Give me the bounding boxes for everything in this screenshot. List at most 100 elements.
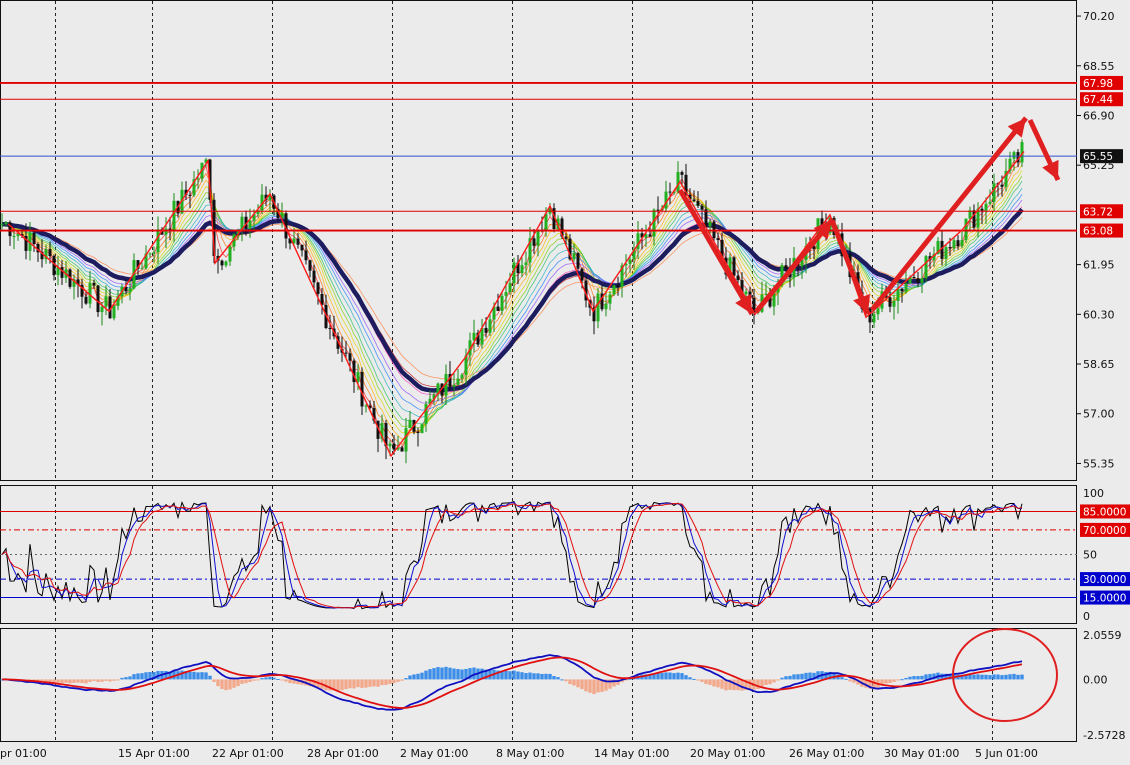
macd-bar (804, 672, 808, 680)
macd-bar (596, 679, 600, 693)
candle-body (344, 352, 348, 354)
macd-bar (796, 674, 800, 680)
macd-bar (760, 679, 764, 687)
macd-bar (256, 679, 260, 681)
macd-bar (428, 669, 432, 680)
macd-bar (456, 669, 460, 680)
candle-body (112, 305, 116, 319)
candle-body (896, 288, 900, 301)
macd-bar (700, 679, 704, 682)
macd-bar (84, 679, 88, 684)
candle-body (52, 255, 56, 276)
macd-bar (696, 679, 700, 681)
macd-bar (116, 679, 120, 681)
level-tag-label: 63.08 (1083, 226, 1113, 238)
macd-bar (260, 678, 264, 680)
candle-body (744, 291, 748, 295)
macd-bar (436, 667, 440, 680)
candle-body (596, 293, 600, 322)
macd-bar (344, 679, 348, 690)
candle-body (680, 172, 684, 175)
candle-body (172, 200, 176, 230)
macd-bar (240, 679, 244, 684)
macd-bar (372, 679, 376, 687)
macd-bar (776, 679, 780, 681)
macd-bar (920, 675, 924, 680)
y-axis-labels: 70.2068.5566.9065.2561.9560.3058.6557.00… (1077, 10, 1130, 742)
level-tag-label: 65.55 (1083, 151, 1113, 163)
macd-bar (80, 679, 84, 684)
macd-bar (368, 679, 372, 687)
x-tick-label: 14 May 01:00 (594, 747, 669, 760)
stoch-tag-label: 85.0000 (1083, 506, 1126, 518)
candle-body (992, 183, 996, 202)
macd-bar (768, 679, 772, 685)
candle-body (316, 282, 320, 294)
candle-body (424, 403, 428, 425)
macd-bar (704, 679, 708, 684)
macd-bar (716, 679, 720, 688)
macd-bar (448, 667, 452, 680)
chart-canvas[interactable]: 70.2068.5566.9065.2561.9560.3058.6557.00… (0, 0, 1130, 765)
candle-body (388, 443, 392, 447)
candle-body (96, 285, 100, 313)
macd-bar (588, 679, 592, 693)
candle-body (764, 293, 768, 295)
macd-bar (416, 673, 420, 680)
candle-body (16, 234, 20, 237)
candle-body (692, 199, 696, 201)
candle-body (700, 205, 704, 210)
candle-body (188, 194, 192, 196)
candle-body (300, 244, 304, 251)
candle-body (564, 236, 568, 239)
macd-bar (540, 673, 544, 680)
macd-bar (568, 679, 572, 685)
candle-body (84, 296, 88, 304)
macd-bar (800, 673, 804, 680)
macd-bar (764, 679, 768, 685)
macd-bar (212, 679, 216, 682)
macd-bar (1004, 674, 1008, 680)
macd-bar (132, 674, 136, 680)
candle-body (460, 374, 464, 379)
macd-bar (60, 679, 64, 684)
macd-bar (528, 672, 532, 680)
macd-bar (96, 679, 100, 682)
candle-body (296, 238, 300, 245)
macd-bar (912, 676, 916, 680)
macd-bar (972, 674, 976, 680)
macd-bar (984, 674, 988, 680)
macd-bar (908, 676, 912, 680)
macd-bar (412, 674, 416, 680)
candle-body (784, 265, 788, 269)
candle-body (924, 256, 928, 279)
macd-bar (196, 672, 200, 680)
stoch-tag: 15.0000 (1080, 590, 1130, 605)
price-tick-label: 61.95 (1083, 259, 1115, 272)
candle-body (508, 283, 512, 293)
x-tick-label: 20 May 01:00 (690, 747, 765, 760)
candle-body (876, 308, 880, 315)
macd-bar (280, 679, 284, 681)
macd-bar (216, 679, 220, 687)
macd-bar (784, 676, 788, 680)
macd-bar (904, 677, 908, 680)
macd-bar (544, 673, 548, 680)
candle-body (304, 250, 308, 261)
macd-bar (532, 673, 536, 680)
x-tick-label: 5 Jun 01:00 (975, 747, 1038, 760)
macd-bar (788, 675, 792, 680)
candle-body (0, 224, 4, 226)
macd-bar (424, 670, 428, 680)
macd-bar (192, 671, 196, 680)
macd-bar (664, 672, 668, 680)
macd-bar (112, 679, 116, 681)
macd-bar (504, 671, 508, 680)
candle-body (92, 282, 96, 286)
macd-bar (516, 671, 520, 680)
candle-body (916, 278, 920, 283)
price-tick-label: 60.30 (1083, 308, 1115, 321)
candle-body (668, 191, 672, 193)
macd-bar (992, 674, 996, 680)
macd-bar (792, 674, 796, 680)
